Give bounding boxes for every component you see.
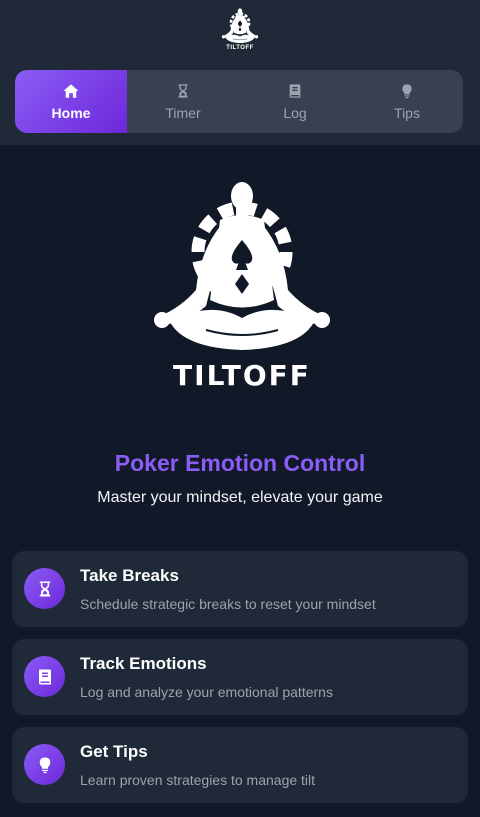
app-header: TILTOFF Home Timer Log Tips [0, 0, 480, 145]
hourglass-icon [174, 82, 192, 100]
tab-tips[interactable]: Tips [351, 70, 463, 133]
tab-log[interactable]: Log [239, 70, 351, 133]
book-icon [24, 656, 65, 697]
feature-title: Take Breaks [80, 566, 179, 585]
book-icon [286, 82, 304, 100]
tab-timer-label: Timer [165, 105, 201, 121]
hero-wordmark: TILTOFF [173, 359, 311, 392]
hourglass-icon [24, 568, 65, 609]
feature-title: Get Tips [80, 742, 148, 761]
tab-home[interactable]: Home [15, 70, 127, 133]
tab-timer[interactable]: Timer [127, 70, 239, 133]
lightbulb-icon [398, 82, 416, 100]
tab-log-label: Log [283, 105, 307, 121]
feature-description: Log and analyze your emotional patterns [80, 684, 333, 700]
tab-home-label: Home [51, 105, 91, 121]
feature-card-get-tips[interactable]: Get Tips Learn proven strategies to mana… [12, 727, 468, 803]
hero-subtitle: Master your mindset, elevate your game [97, 489, 383, 506]
feature-description: Schedule strategic breaks to reset your … [80, 596, 376, 612]
main-tab-bar: Home Timer Log Tips [15, 70, 463, 133]
feature-title: Track Emotions [80, 654, 207, 673]
brand-logo[interactable]: TILTOFF [219, 8, 261, 56]
home-icon [62, 82, 80, 100]
meditator-logo-icon [221, 8, 259, 44]
hero-logo: TILTOFF [150, 180, 334, 395]
brand-wordmark: TILTOFF [226, 45, 254, 51]
hero-title: Poker Emotion Control [114, 450, 366, 476]
tab-tips-label: Tips [394, 105, 420, 121]
lightbulb-icon [24, 744, 65, 785]
feature-card-take-breaks[interactable]: Take Breaks Schedule strategic breaks to… [12, 551, 468, 627]
feature-card-track-emotions[interactable]: Track Emotions Log and analyze your emot… [12, 639, 468, 715]
feature-description: Learn proven strategies to manage tilt [80, 772, 316, 788]
meditator-logo-icon [150, 180, 334, 355]
